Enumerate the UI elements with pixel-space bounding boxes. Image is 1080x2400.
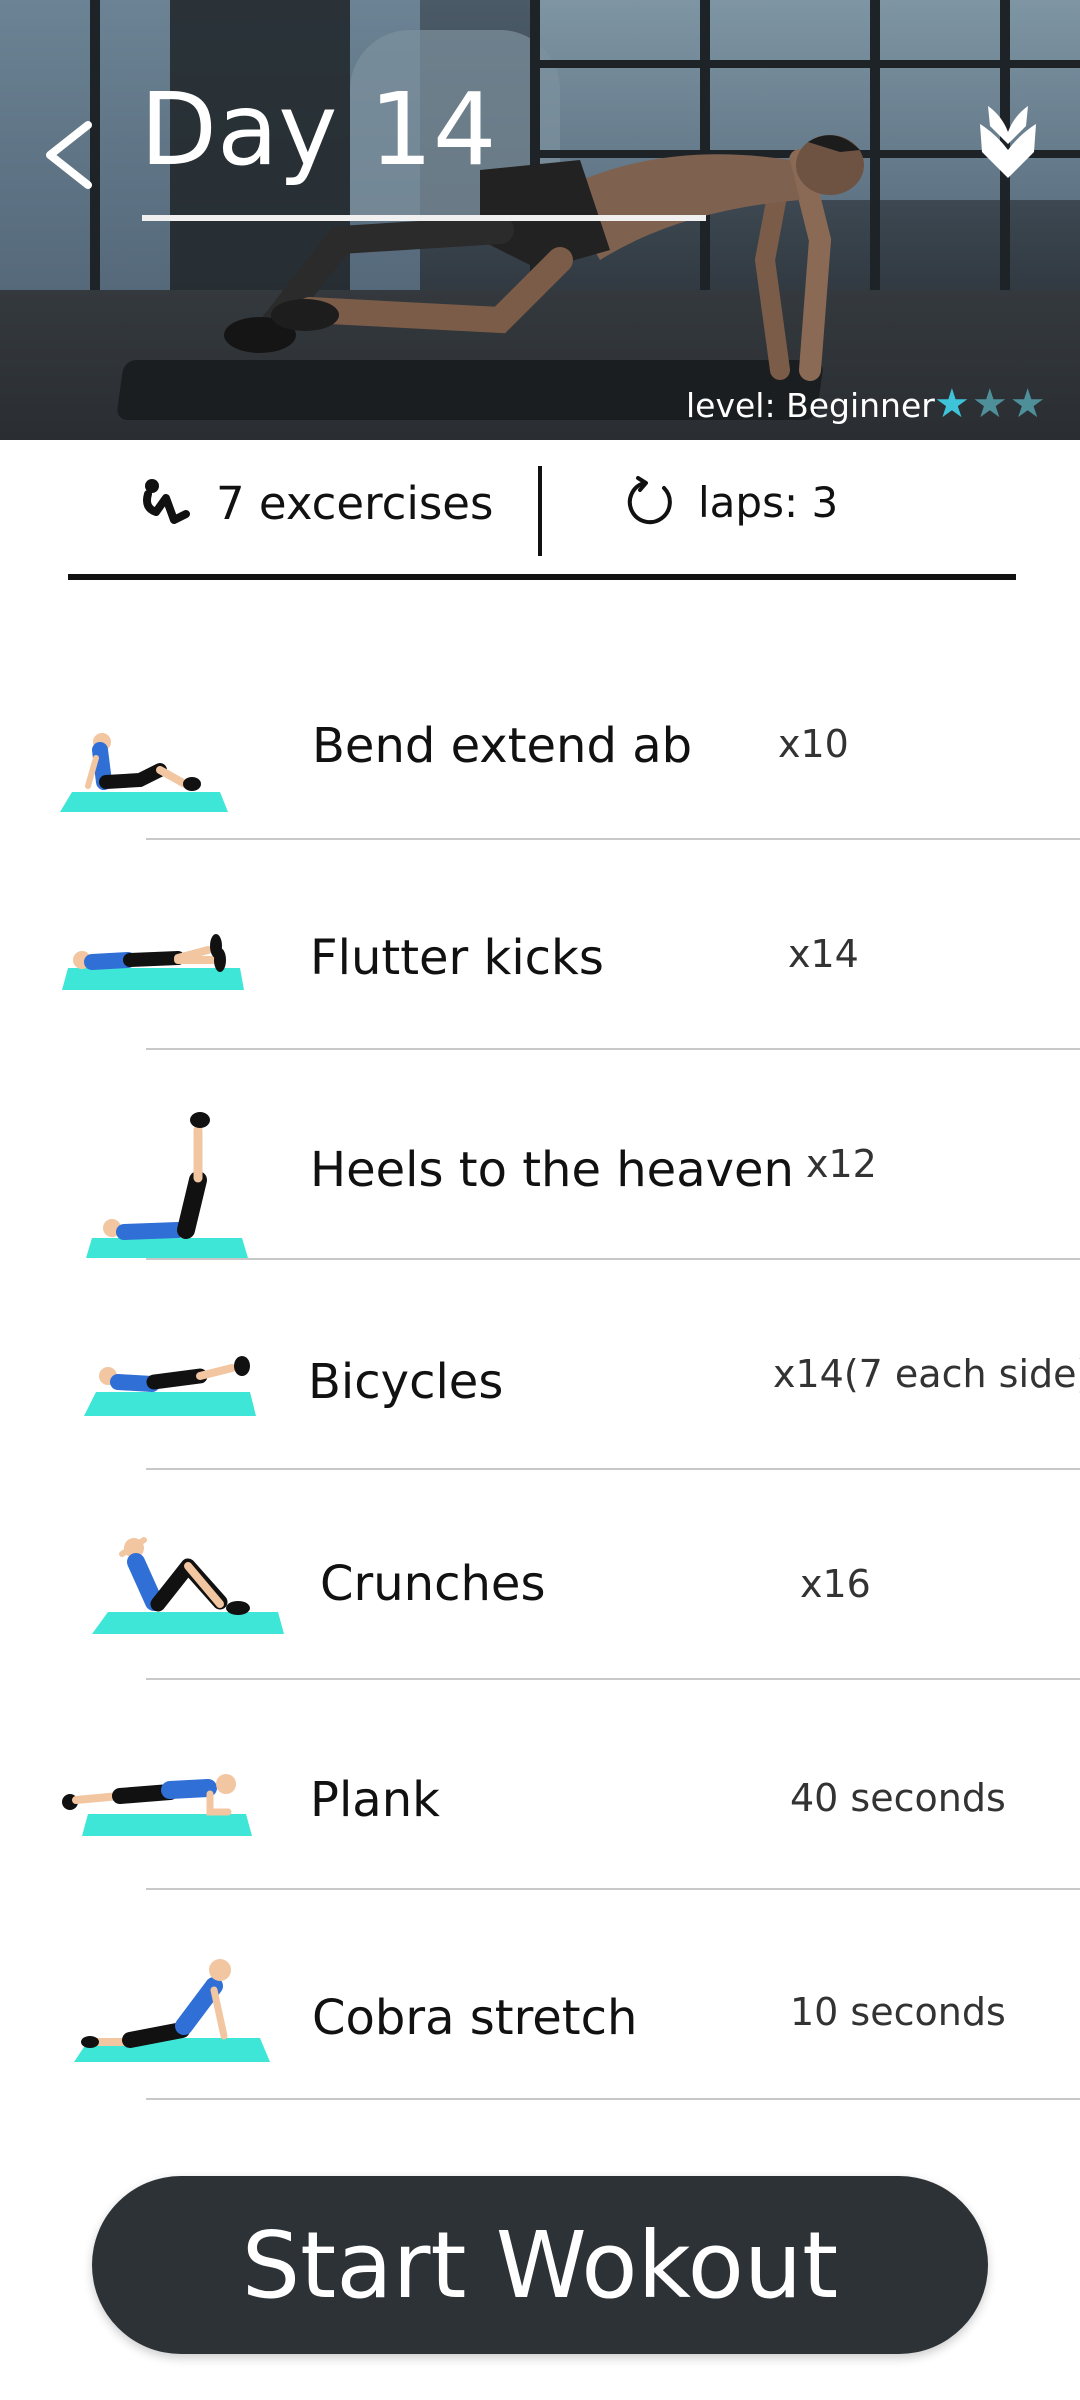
workout-stats: 7 excercises laps: 3 (68, 446, 1016, 576)
hero-banner: Day 14 level: Beginner ★ ★ ★ (0, 0, 1080, 440)
flutter-kicks-illustration (62, 934, 244, 990)
crunches-illustration (92, 1537, 284, 1634)
exercise-reps: 40 seconds (790, 1776, 1006, 1820)
exercise-row-flutter-kicks[interactable]: Flutter kicks x14 (0, 840, 1080, 1050)
exercise-reps: x14 (788, 932, 859, 976)
brand-logo-icon (980, 106, 1036, 178)
exercise-count-label: 7 excercises (216, 476, 494, 530)
level-label: level: Beginner (686, 386, 935, 425)
exercise-reps: x14(7 each side) (773, 1352, 1080, 1396)
exercise-name: Bend extend ab (312, 718, 693, 774)
exercise-row-bicycles[interactable]: Bicycles x14(7 each side) (0, 1260, 1080, 1470)
bend-extend-ab-illustration (60, 733, 228, 812)
exercise-name: Heels to the heaven (310, 1142, 794, 1198)
star-empty-icon: ★ (1009, 381, 1046, 427)
star-filled-icon: ★ (934, 381, 970, 427)
bicycles-illustration (84, 1356, 256, 1416)
page-title: Day 14 (140, 71, 497, 188)
exercise-count: 7 excercises (138, 476, 493, 530)
exercise-name: Crunches (320, 1556, 546, 1612)
exercise-name: Flutter kicks (310, 930, 604, 986)
cobra-stretch-illustration (74, 1959, 270, 2062)
stats-underline (68, 574, 1016, 580)
heels-to-the-heaven-illustration (86, 1112, 248, 1258)
stats-divider (538, 466, 542, 556)
start-workout-button[interactable]: Start Wokout (92, 2176, 988, 2354)
exercise-row-bend-extend-ab[interactable]: Bend extend ab x10 (0, 630, 1080, 840)
exercise-row-crunches[interactable]: Crunches x16 (0, 1470, 1080, 1680)
plank-illustration (62, 1774, 252, 1836)
refresh-icon (627, 476, 672, 525)
exercise-name: Plank (310, 1772, 440, 1828)
exercise-row-plank[interactable]: Plank 40 seconds (0, 1680, 1080, 1890)
exercise-reps: 10 seconds (790, 1990, 1006, 2034)
title-underline (142, 215, 706, 221)
chevron-left-icon (46, 121, 92, 189)
laps-label: laps: 3 (698, 477, 839, 527)
star-empty-icon: ★ (971, 381, 1008, 427)
exercise-reps: x10 (778, 722, 849, 766)
exercise-reps: x12 (806, 1142, 877, 1186)
laps-count: laps: 3 (624, 476, 838, 528)
exercise-row-cobra-stretch[interactable]: Cobra stretch 10 seconds (0, 1890, 1080, 2100)
window-frame (530, 60, 1080, 68)
back-button[interactable] (36, 115, 106, 195)
exercise-name: Bicycles (308, 1354, 504, 1410)
workout-figure-icon (143, 479, 190, 524)
level-rating: ★ ★ ★ (934, 384, 1046, 424)
exercise-name: Cobra stretch (312, 1990, 638, 2046)
exercise-row-heels-to-the-heaven[interactable]: Heels to the heaven x12 (0, 1050, 1080, 1260)
exercise-reps: x16 (800, 1562, 871, 1606)
row-separator (146, 2098, 1080, 2100)
